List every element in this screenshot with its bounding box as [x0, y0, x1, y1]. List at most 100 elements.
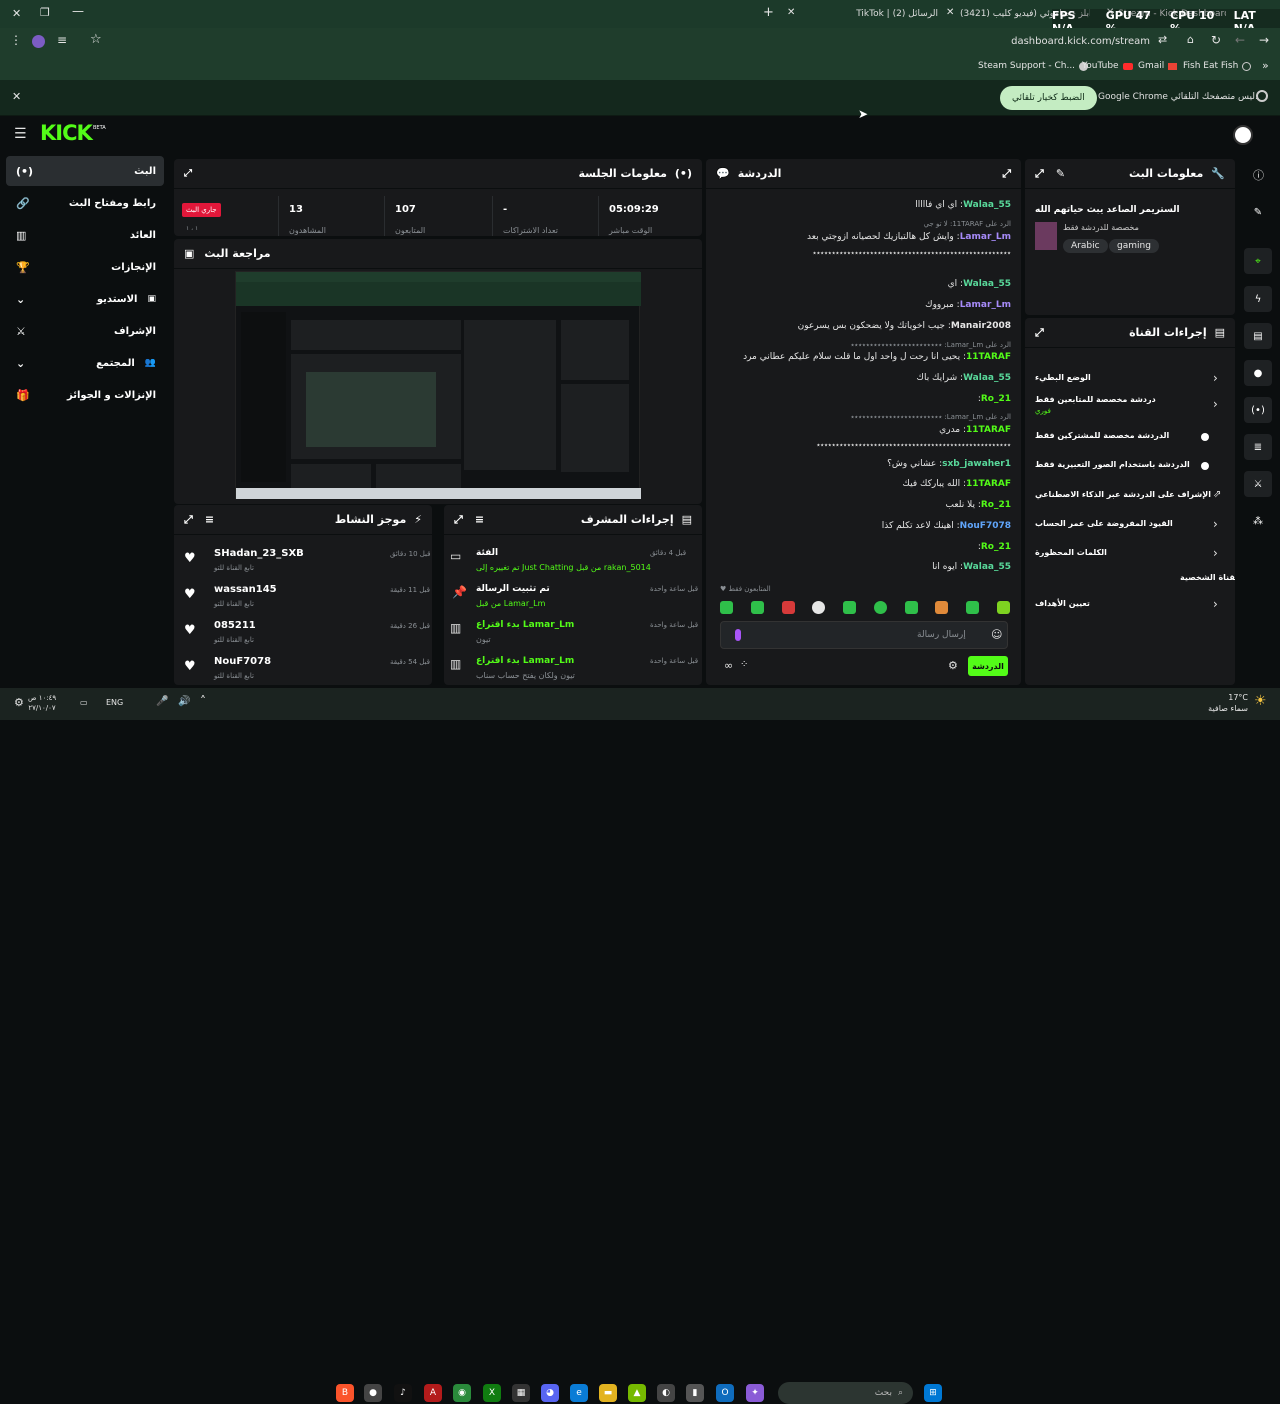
menu-kebab-icon[interactable]: ⋮: [10, 33, 22, 47]
weather[interactable]: 17°C سماء صافية: [1204, 692, 1248, 714]
rail-target-icon[interactable]: ⌖: [1244, 248, 1272, 274]
profile-avatar[interactable]: [32, 35, 45, 48]
set-default-button[interactable]: الضبط كخيار تلقائي: [1000, 86, 1097, 110]
rail-bolt-icon[interactable]: ϟ: [1244, 286, 1272, 312]
send-chat-button[interactable]: الدردشة: [968, 656, 1008, 676]
rail-share-icon[interactable]: ⁂: [1244, 508, 1272, 534]
bookmark-gmail[interactable]: Gmail: [1138, 61, 1178, 71]
rail-edit-icon[interactable]: ✎: [1244, 199, 1272, 225]
rail-doc-icon[interactable]: ▤: [1244, 323, 1272, 349]
tray-settings-icon[interactable]: ⚙: [14, 696, 24, 709]
emote-icon[interactable]: [720, 601, 733, 614]
hamburger-icon[interactable]: ☰: [14, 126, 27, 142]
infobar-close-icon[interactable]: ✕: [12, 90, 21, 103]
chat-input[interactable]: إرسال رسالة ☺: [720, 621, 1008, 649]
acrobat-icon[interactable]: A: [424, 1384, 442, 1402]
home-icon[interactable]: ⌂: [1187, 33, 1194, 46]
expand-icon[interactable]: ⤢: [1002, 167, 1011, 181]
expand-icon[interactable]: ⤢: [1035, 167, 1044, 181]
bookmark-youtube[interactable]: YouTube: [1082, 61, 1133, 71]
language-indicator[interactable]: ENG: [106, 698, 123, 707]
expand-icon[interactable]: ⤢: [184, 513, 193, 527]
window-restore-icon[interactable]: ❐: [40, 6, 50, 19]
site-settings-icon[interactable]: ⇄: [1158, 33, 1167, 46]
sidebar-item-moderation[interactable]: ⚔ الإشراف: [6, 317, 164, 345]
action-set-goals[interactable]: تعيين الأهداف ›: [1035, 597, 1225, 615]
back-icon[interactable]: →: [1259, 33, 1269, 47]
copilot-icon[interactable]: ✦: [746, 1384, 764, 1402]
user-avatar[interactable]: [1233, 125, 1253, 145]
expand-icon[interactable]: ⤢: [454, 513, 463, 527]
stream-preview-video[interactable]: [235, 271, 641, 499]
action-ai-moderation[interactable]: الإشراف على الدردشة عبر الذكاء الاصطناعي…: [1035, 488, 1225, 506]
reload-icon[interactable]: ↻: [1211, 33, 1221, 47]
rail-live-icon[interactable]: (•): [1244, 397, 1272, 423]
infinity-icon[interactable]: ∞: [724, 659, 733, 672]
reading-list-icon[interactable]: ≡: [57, 33, 67, 47]
sidebar-item-community[interactable]: ⌄ المجتمع 👥: [6, 349, 164, 377]
tab-close-icon[interactable]: ✕: [787, 7, 795, 18]
filter-icon[interactable]: ≡: [475, 513, 484, 527]
emote-icon[interactable]: [966, 601, 980, 614]
action-subscribers-only[interactable]: الدردشة مخصصة للمشتركين فقط: [1035, 429, 1225, 447]
app-icon[interactable]: ◐: [657, 1384, 675, 1402]
app-icon[interactable]: ●: [364, 1384, 382, 1402]
mic-icon[interactable]: 🎤: [156, 696, 168, 707]
emote-icon[interactable]: [750, 601, 764, 614]
forward-icon[interactable]: ←: [1235, 33, 1245, 47]
expand-icon[interactable]: ⤢: [1035, 326, 1044, 340]
emote-icon[interactable]: [904, 601, 918, 614]
edit-pencil-icon[interactable]: ✎: [1056, 167, 1065, 181]
rail-stack-icon[interactable]: ≣: [1244, 434, 1272, 460]
xbox-icon[interactable]: X: [483, 1384, 501, 1402]
tab-tiktok[interactable]: TikTok | الرسائل (2): [808, 4, 938, 24]
window-close-icon[interactable]: ✕: [12, 7, 21, 20]
tab-close-icon[interactable]: ✕: [946, 7, 954, 18]
bookmark-fish[interactable]: Fish Eat Fish: [1183, 61, 1252, 71]
action-banned-words[interactable]: الكلمات المحظورة ›: [1035, 546, 1225, 564]
taskbar-search[interactable]: بحث ⌕: [778, 1382, 913, 1404]
nvidia-icon[interactable]: ▲: [628, 1384, 646, 1402]
bookmark-steam[interactable]: Steam Support - Ch...: [978, 61, 1089, 71]
emote-icon[interactable]: [996, 601, 1010, 614]
edge-icon[interactable]: e: [570, 1384, 588, 1402]
mic-icon[interactable]: [735, 629, 741, 641]
chrome-icon[interactable]: ◉: [453, 1384, 471, 1402]
discord-icon[interactable]: ◕: [541, 1384, 559, 1402]
action-emote-only[interactable]: الدردشة باستخدام الصور التعبيرية فقط: [1035, 458, 1225, 476]
app-icon[interactable]: ▮: [686, 1384, 704, 1402]
action-account-age[interactable]: القيود المفروضة على عمر الحساب ›: [1035, 517, 1225, 535]
sidebar-item-revenue[interactable]: ▥ العائد: [6, 221, 164, 249]
emote-icon[interactable]: [843, 601, 857, 614]
notifications-icon[interactable]: ▭: [80, 698, 88, 707]
sidebar-item-drops[interactable]: 🎁 الإنزالات و الجوائز: [6, 381, 164, 409]
settings-gear-icon[interactable]: ⚙: [948, 659, 958, 672]
capcut-icon[interactable]: ▦: [512, 1384, 530, 1402]
rail-chat-icon[interactable]: ●: [1244, 360, 1272, 386]
dots-icon[interactable]: ⁘: [740, 659, 748, 670]
emote-icon[interactable]: [935, 601, 949, 614]
action-followers-only[interactable]: دردشة مخصصة للمتابعين فقط فوري ›: [1035, 395, 1225, 421]
brave-icon[interactable]: B: [336, 1384, 354, 1402]
filter-icon[interactable]: ≡: [205, 513, 214, 527]
action-slow-mode[interactable]: الوضع البطيء ›: [1035, 371, 1225, 389]
outlook-icon[interactable]: O: [716, 1384, 734, 1402]
bookmark-star-icon[interactable]: ☆: [90, 32, 102, 47]
clock[interactable]: ١٠:٤٩ ص ٢٧/١٠/٠٧: [28, 693, 56, 713]
rail-sword-icon[interactable]: ⚔: [1244, 471, 1272, 497]
more-bookmarks-icon[interactable]: »: [1262, 59, 1269, 72]
volume-icon[interactable]: 🔊: [178, 696, 190, 707]
sidebar-item-achievements[interactable]: 🏆 الإنجازات: [6, 253, 164, 281]
windows-start-icon[interactable]: ⊞: [924, 1384, 942, 1402]
kick-logo[interactable]: KICK: [40, 121, 93, 145]
sidebar-item-stream[interactable]: (•) البث: [6, 156, 164, 186]
emote-icon[interactable]: [873, 601, 887, 614]
window-minimize-icon[interactable]: —: [72, 4, 84, 18]
url-field[interactable]: dashboard.kick.com/stream: [900, 36, 1150, 47]
chevron-up-icon[interactable]: ˄: [200, 694, 206, 708]
folder-icon[interactable]: ▬: [599, 1384, 617, 1402]
expand-icon[interactable]: ⤢: [184, 168, 192, 179]
tiktok-icon[interactable]: ♪: [394, 1384, 412, 1402]
emote-icon[interactable]: [812, 601, 826, 614]
new-tab-icon[interactable]: +: [763, 5, 774, 20]
